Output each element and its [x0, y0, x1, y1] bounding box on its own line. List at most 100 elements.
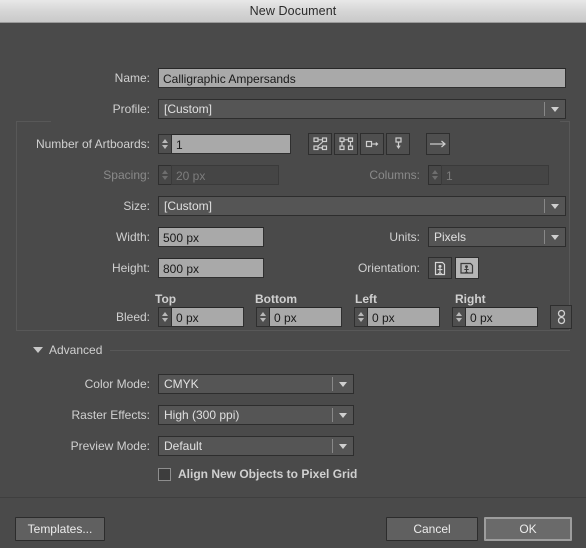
bleed-left-spinner[interactable]	[354, 307, 367, 327]
spinner-up-icon	[162, 312, 168, 316]
spinner-up-icon	[162, 170, 168, 174]
footer-divider	[0, 497, 586, 498]
columns-label: Columns:	[369, 168, 420, 182]
spinner-down-icon	[260, 318, 266, 322]
spinner-down-icon	[358, 318, 364, 322]
spinner-down-icon	[432, 176, 438, 180]
preview-mode-label: Preview Mode:	[70, 439, 150, 453]
artboards-label: Number of Artboards:	[35, 137, 150, 151]
landscape-orientation-icon[interactable]	[455, 257, 479, 279]
bleed-column-headers: Top Bottom Left Right	[155, 292, 555, 306]
profile-row: Profile: [Custom]	[0, 98, 566, 120]
group-box-top-left-rule	[16, 121, 51, 122]
arrange-by-column-icon[interactable]	[386, 133, 410, 155]
chevron-down-icon	[339, 443, 347, 449]
spinner-down-icon	[456, 318, 462, 322]
cancel-button[interactable]: Cancel	[386, 517, 478, 541]
dropdown-separator	[544, 230, 545, 244]
bleed-top-input[interactable]: 0 px	[171, 307, 244, 327]
raster-effects-dropdown[interactable]: High (300 ppi)	[158, 405, 354, 425]
orientation-label: Orientation:	[357, 261, 420, 275]
orientation-row: Orientation:	[330, 257, 479, 279]
dropdown-separator	[544, 199, 545, 213]
preview-mode-value: Default	[164, 439, 203, 453]
dialog-body: Name: Calligraphic Ampersands Profile: […	[0, 23, 586, 548]
spacing-spinner	[158, 165, 171, 185]
align-pixel-grid-label: Align New Objects to Pixel Grid	[178, 467, 358, 481]
bleed-bottom-header: Bottom	[255, 292, 297, 306]
bleed-right-input[interactable]: 0 px	[465, 307, 538, 327]
artboards-input[interactable]: 1	[171, 134, 291, 154]
right-to-left-arrow-icon[interactable]	[426, 133, 450, 155]
size-value: [Custom]	[164, 199, 213, 213]
artboards-stepper[interactable]: 1	[158, 134, 291, 154]
bleed-row: Bleed: 0 px 0 px 0 px 0 px	[0, 305, 572, 329]
units-value: Pixels	[434, 230, 467, 244]
advanced-header-rule	[110, 350, 570, 351]
color-mode-dropdown[interactable]: CMYK	[158, 374, 354, 394]
spinner-down-icon	[162, 176, 168, 180]
chain-link-icon[interactable]	[550, 305, 572, 329]
bleed-top-stepper[interactable]: 0 px	[158, 307, 244, 327]
bleed-bottom-spinner[interactable]	[256, 307, 269, 327]
profile-dropdown[interactable]: [Custom]	[158, 99, 566, 119]
units-dropdown[interactable]: Pixels	[428, 227, 566, 247]
spacing-row: Spacing: 20 px	[0, 164, 279, 186]
color-mode-row: Color Mode: CMYK	[0, 373, 354, 395]
bleed-left-header: Left	[355, 292, 377, 306]
ok-button[interactable]: OK	[484, 517, 572, 541]
spinner-up-icon	[456, 312, 462, 316]
bleed-left-input[interactable]: 0 px	[367, 307, 440, 327]
artboards-spinner[interactable]	[158, 134, 171, 154]
advanced-title: Advanced	[49, 343, 103, 357]
window-title: New Document	[249, 4, 337, 18]
size-dropdown[interactable]: [Custom]	[158, 196, 566, 216]
color-mode-value: CMYK	[164, 377, 199, 391]
templates-button[interactable]: Templates...	[15, 517, 105, 541]
spacing-input: 20 px	[171, 165, 279, 185]
portrait-orientation-icon[interactable]	[428, 257, 452, 279]
chevron-down-icon	[339, 412, 347, 418]
chevron-down-icon	[33, 347, 43, 353]
height-input[interactable]: 800 px	[158, 258, 264, 278]
grid-by-row-icon[interactable]	[308, 133, 332, 155]
chevron-down-icon	[551, 106, 559, 112]
preview-mode-dropdown[interactable]: Default	[158, 436, 354, 456]
align-pixel-grid-checkbox[interactable]	[158, 467, 171, 481]
artboards-row: Number of Artboards: 1	[0, 133, 450, 155]
columns-input: 1	[441, 165, 549, 185]
bleed-top-spinner[interactable]	[158, 307, 171, 327]
bleed-top-header: Top	[155, 292, 177, 306]
width-row: Width: 500 px	[0, 226, 264, 248]
profile-value: [Custom]	[164, 102, 213, 116]
chevron-down-icon	[339, 381, 347, 387]
bleed-bottom-input[interactable]: 0 px	[269, 307, 342, 327]
bleed-label: Bleed:	[115, 310, 150, 324]
raster-effects-label: Raster Effects:	[71, 408, 150, 422]
name-label: Name:	[114, 71, 150, 85]
bleed-right-spinner[interactable]	[452, 307, 465, 327]
color-mode-label: Color Mode:	[84, 377, 150, 391]
group-box-top-right-rule	[560, 121, 570, 122]
spinner-down-icon	[162, 318, 168, 322]
dropdown-separator	[332, 408, 333, 422]
width-input[interactable]: 500 px	[158, 227, 264, 247]
align-pixel-grid-row[interactable]: Align New Objects to Pixel Grid	[158, 463, 357, 485]
units-label: Units:	[389, 230, 420, 244]
preview-mode-row: Preview Mode: Default	[0, 435, 354, 457]
name-input[interactable]: Calligraphic Ampersands	[158, 68, 566, 88]
profile-label: Profile:	[112, 102, 150, 116]
bleed-left-stepper[interactable]: 0 px	[354, 307, 440, 327]
arrange-by-row-icon[interactable]	[360, 133, 384, 155]
chevron-down-icon	[551, 203, 559, 209]
columns-spinner	[428, 165, 441, 185]
bleed-right-stepper[interactable]: 0 px	[452, 307, 538, 327]
grid-by-column-icon[interactable]	[334, 133, 358, 155]
chevron-down-icon	[551, 234, 559, 240]
width-label: Width:	[115, 230, 150, 244]
spinner-up-icon	[162, 139, 168, 143]
advanced-section-header[interactable]: Advanced	[33, 343, 102, 357]
bleed-bottom-stepper[interactable]: 0 px	[256, 307, 342, 327]
dropdown-separator	[332, 377, 333, 391]
units-row: Units: Pixels	[330, 226, 566, 248]
